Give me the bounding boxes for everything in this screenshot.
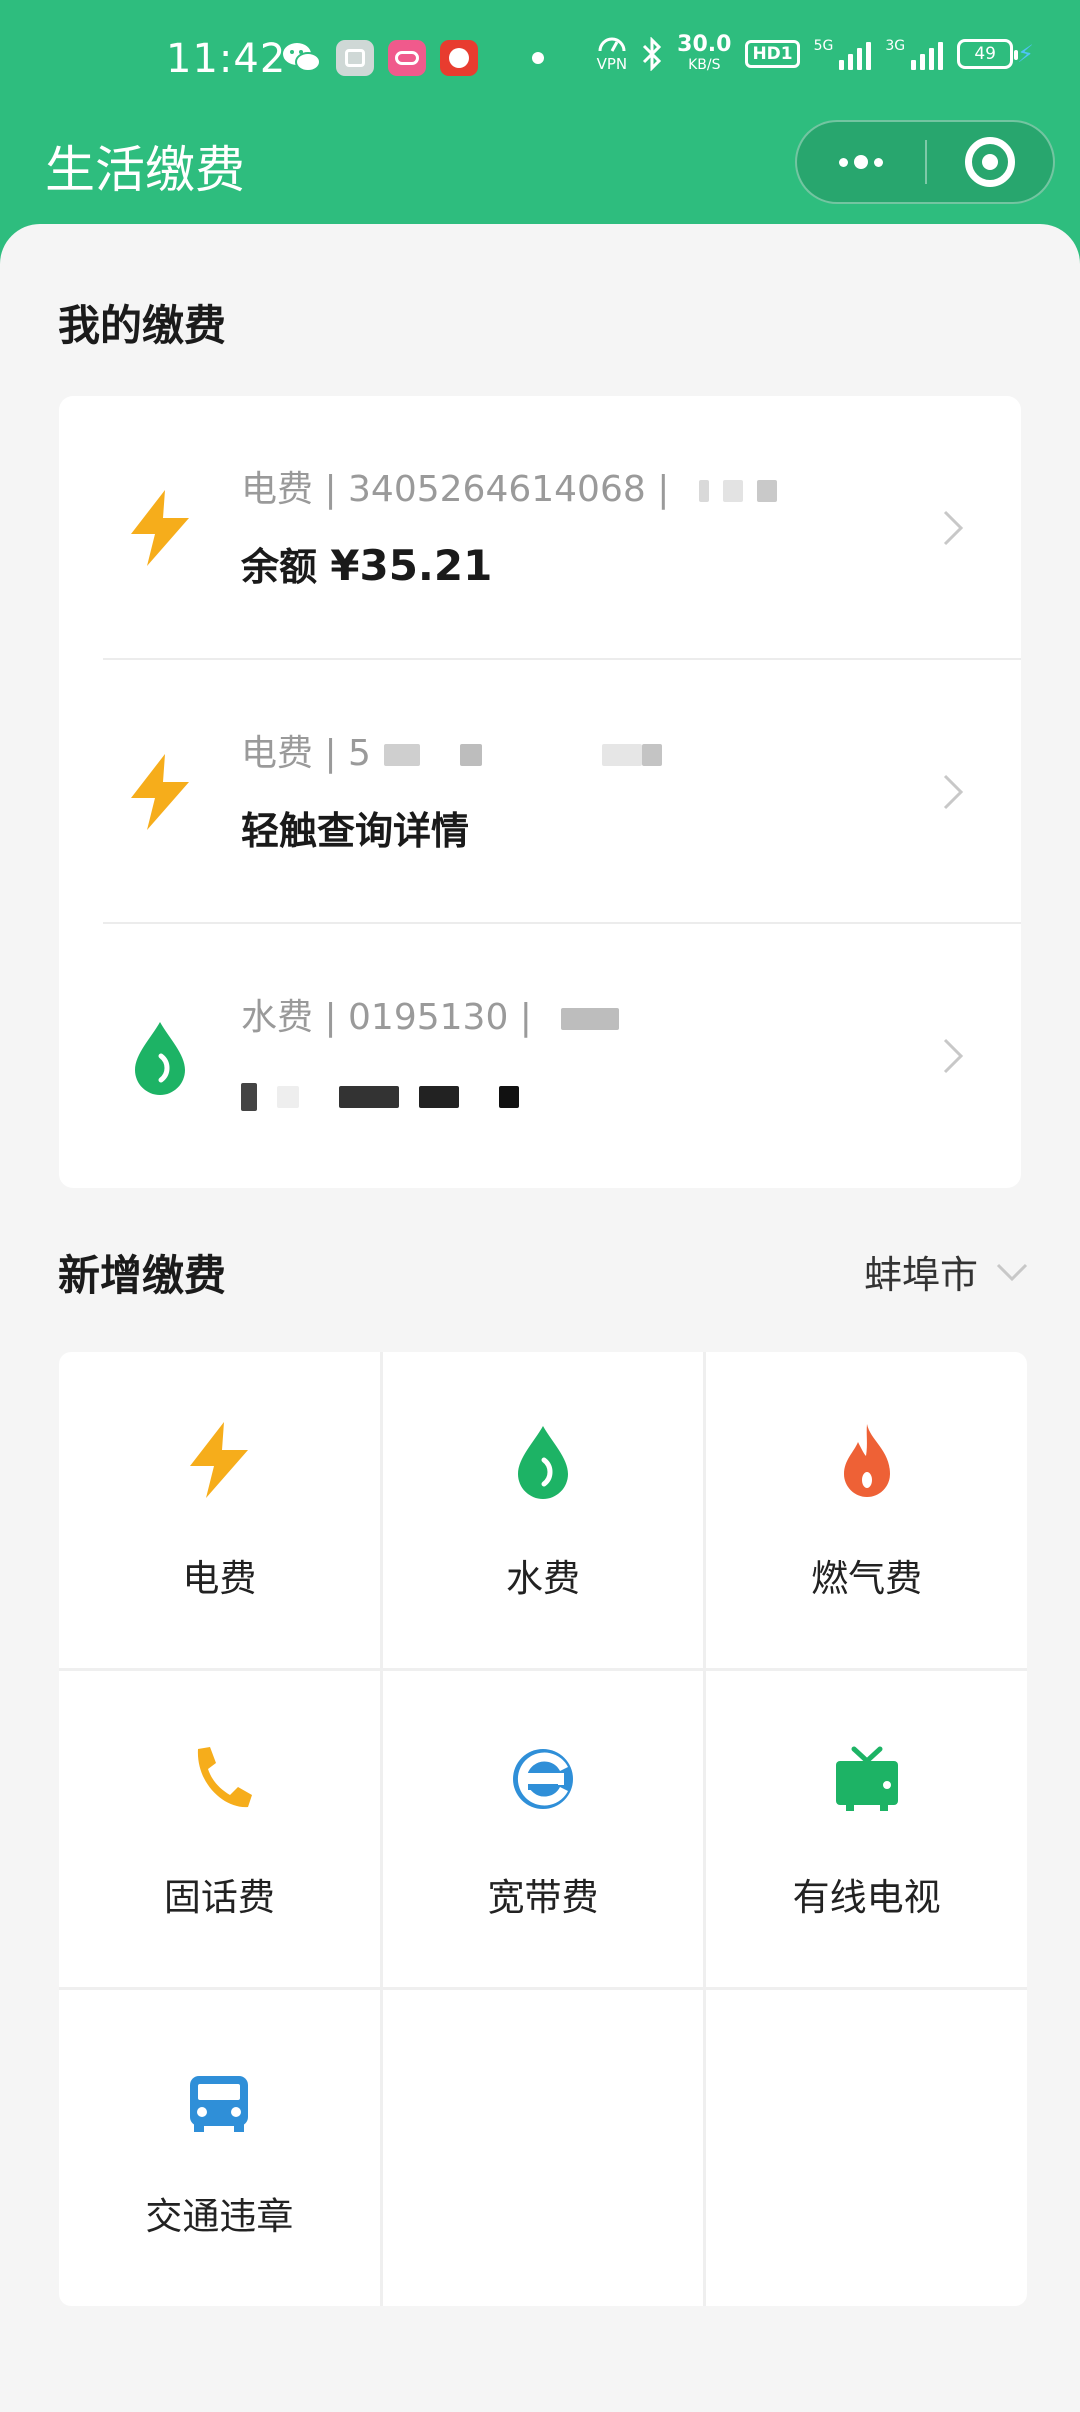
app-pink-icon [388,40,426,76]
category-label: 有线电视 [792,1876,941,1919]
system-icons: VPN 30.0 KB/S HD1 5G 3G 49 ⚡ [597,34,1034,74]
broadband-e-icon [512,1749,573,1809]
signal-5g-icon: 5G [814,38,872,70]
notification-icons [282,40,544,76]
bill-status: 轻触查询详情 [241,809,470,853]
empty-cell [706,1990,1027,2306]
category-label: 固话费 [163,1876,275,1919]
bill-account-number: 电费 | 3405264614068 | [241,469,670,510]
lightning-icon [131,490,189,566]
more-button[interactable] [797,122,925,202]
category-label: 电费 [182,1557,257,1600]
category-traffic-violation[interactable]: 交通违章 [59,1990,380,2306]
app-red-icon [440,40,478,76]
main-content: 我的缴费 电费 | 3405264614068 | 余额 ¥35.21 电费 |… [0,224,1080,2412]
balance-label: 余额 [241,545,318,589]
bill-owner-masked [241,1072,519,1116]
signal-5g-label: 5G [813,38,834,54]
tv-icon [835,1746,898,1811]
chevron-right-icon [943,774,964,810]
bill-row-water[interactable]: 水费 | 0195130 | [59,924,1021,1188]
empty-cell [382,1990,704,2306]
balance-amount: ¥35.21 [330,541,493,590]
category-label: 水费 [505,1557,580,1600]
bluetooth-icon [643,37,662,71]
speed-unit: KB/S [688,57,721,73]
category-gas[interactable]: 燃气费 [706,1352,1027,1668]
network-speed: 30.0 KB/S [677,34,731,74]
new-bills-header: 新增缴费 蚌埠市 [58,1242,1028,1302]
nav-bar: 生活缴费 [0,120,1080,230]
lightning-icon [131,754,189,830]
status-time: 11:42 [166,36,287,82]
city-label: 蚌埠市 [863,1253,978,1297]
bill-account-info: 电费 | 5 [241,724,663,776]
battery-icon: 49 [957,39,1019,69]
bill-row-electric-1[interactable]: 电费 | 3405264614068 | 余额 ¥35.21 [59,396,1021,660]
chevron-down-icon [996,1263,1028,1281]
battery-indicator: 49 ⚡ [957,39,1034,69]
close-button[interactable] [927,122,1053,202]
bill-account-info: 水费 | 0195130 | [241,988,620,1040]
bill-account-info: 电费 | 3405264614068 | [241,460,777,512]
category-broadband[interactable]: 宽带费 [382,1671,704,1987]
water-drop-icon [135,1022,185,1095]
charging-icon: ⚡ [1017,40,1034,68]
category-label: 交通违章 [145,2195,294,2238]
lightning-icon [190,1422,249,1498]
vpn-label: VPN [596,54,628,73]
vpn-icon: VPN [596,37,628,73]
flame-icon [843,1424,890,1497]
signal-3g-icon: 3G [885,38,944,70]
more-notifications-dot [532,52,544,64]
my-bills-card: 电费 | 3405264614068 | 余额 ¥35.21 电费 | 5 轻触… [59,396,1021,1188]
status-bar: 11:42 VPN 30.0 KB/S HD1 5G 3G 49 ⚡ [0,0,1080,120]
water-drop-icon [517,1426,568,1499]
bill-account-number: 水费 | 0195130 | [241,997,532,1038]
category-label: 宽带费 [487,1876,599,1919]
my-bills-title: 我的缴费 [58,301,227,350]
car-icon [190,2076,249,2132]
new-bills-title: 新增缴费 [58,1251,227,1300]
bill-category-grid: 电费 水费 燃气费 固话费 宽带费 有线电视 交通违章 [59,1352,1027,2306]
chevron-right-icon [943,510,964,546]
bill-account-number: 电费 | 5 [241,733,371,774]
category-electric[interactable]: 电费 [59,1352,380,1668]
wechat-icon [283,43,321,72]
bill-balance: 余额 ¥35.21 [241,536,492,591]
category-label: 燃气费 [811,1557,923,1600]
category-water[interactable]: 水费 [382,1352,704,1668]
miniprogram-capsule [795,120,1055,204]
phone-icon [198,1747,253,1808]
city-selector[interactable]: 蚌埠市 [864,1244,1028,1299]
signal-3g-label: 3G [885,38,906,54]
speed-value: 30.0 [677,32,732,57]
bill-row-electric-2[interactable]: 电费 | 5 轻触查询详情 [59,660,1021,924]
category-cable-tv[interactable]: 有线电视 [706,1671,1027,1987]
category-landline[interactable]: 固话费 [59,1671,380,1987]
app-square-icon [336,40,374,76]
close-ring-icon [965,137,1015,187]
chevron-right-icon [943,1038,964,1074]
hd-voice-icon: HD1 [745,40,800,68]
page-title: 生活缴费 [45,141,245,199]
